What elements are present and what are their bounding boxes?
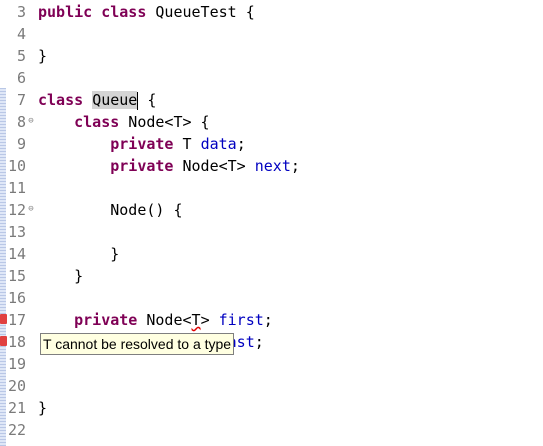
code-text[interactable]: Node() { xyxy=(38,199,183,221)
code-line[interactable]: 3 public class QueueTest { xyxy=(0,1,543,23)
code-line[interactable]: 11 xyxy=(0,177,543,199)
code-token: Node< xyxy=(137,311,192,329)
line-number: 18 xyxy=(7,333,26,351)
line-number: 8 xyxy=(16,113,26,131)
code-line[interactable]: 8 ⊖ class Node<T> { xyxy=(0,111,543,133)
code-token: ; xyxy=(290,157,300,175)
field-token: first xyxy=(218,311,264,329)
code-text[interactable]: class Node<T> { xyxy=(38,111,210,133)
code-line[interactable]: 10 private Node<T> next; xyxy=(0,155,543,177)
line-number: 4 xyxy=(16,25,26,43)
keyword-token: private xyxy=(74,311,138,329)
keyword-token: class xyxy=(74,113,120,131)
error-tooltip: T cannot be resolved to a type xyxy=(40,333,235,355)
code-token: > xyxy=(200,311,219,329)
code-text[interactable]: private Node<T> next; xyxy=(38,155,300,177)
line-number: 13 xyxy=(7,223,26,241)
code-token: ; xyxy=(254,333,264,351)
code-token: Queue xyxy=(92,91,138,109)
code-line[interactable]: 5} xyxy=(0,45,543,67)
code-line[interactable]: 22 xyxy=(0,419,543,441)
code-line[interactable]: 16 xyxy=(0,287,543,309)
field-token: next xyxy=(254,157,291,175)
line-number: 12 xyxy=(7,201,26,219)
line-number: 10 xyxy=(7,157,26,175)
keyword-token: public xyxy=(38,3,93,21)
line-number: 6 xyxy=(16,69,26,87)
keyword-token: class xyxy=(38,91,84,109)
code-token: ; xyxy=(236,135,246,153)
code-token: Node() { xyxy=(38,201,183,219)
code-editor[interactable]: 3 public class QueueTest { 4 5} 6 7 class Queu… xyxy=(0,0,543,446)
code-token: Node<T> { xyxy=(119,113,210,131)
code-token: T xyxy=(173,135,201,153)
field-token: data xyxy=(200,135,237,153)
code-line[interactable]: 19 xyxy=(0,353,543,375)
keyword-token: private xyxy=(110,157,174,175)
line-number: 3 xyxy=(16,3,26,21)
code-token: { xyxy=(138,91,157,109)
code-line[interactable]: 15 } xyxy=(0,265,543,287)
code-line[interactable]: 9 private T data; xyxy=(0,133,543,155)
code-line[interactable]: 17 private Node<T> first; xyxy=(0,309,543,331)
code-line[interactable]: 4 xyxy=(0,23,543,45)
line-number: 21 xyxy=(7,399,26,417)
code-text[interactable]: class Queue { xyxy=(38,89,156,111)
code-line[interactable]: 20 xyxy=(0,375,543,397)
code-text[interactable]: } xyxy=(38,265,83,287)
fold-collapse-icon[interactable]: ⊖ xyxy=(27,205,35,214)
code-token: } xyxy=(38,267,84,285)
code-line[interactable]: 6 xyxy=(0,67,543,89)
keyword-token: class xyxy=(101,3,147,21)
line-number: 7 xyxy=(16,91,26,109)
line-number: 20 xyxy=(7,377,26,395)
code-text[interactable]: } xyxy=(38,243,119,265)
code-text[interactable]: private Node<T> first; xyxy=(38,309,273,331)
code-text[interactable]: private T data; xyxy=(38,133,246,155)
code-text[interactable]: public class QueueTest { xyxy=(38,1,255,23)
line-number: 11 xyxy=(7,179,26,197)
code-token: T xyxy=(191,311,201,329)
code-text[interactable]: } xyxy=(38,45,47,67)
code-token: Node<T> xyxy=(173,157,255,175)
keyword-token: private xyxy=(110,135,174,153)
code-line[interactable]: 21} xyxy=(0,397,543,419)
line-number: 5 xyxy=(16,47,26,65)
line-number: 15 xyxy=(7,267,26,285)
line-number: 22 xyxy=(7,421,26,439)
code-text[interactable]: } xyxy=(38,397,47,419)
line-number: 16 xyxy=(7,289,26,307)
code-token: ; xyxy=(263,311,273,329)
code-token: } xyxy=(38,399,48,417)
code-line[interactable]: 14 } xyxy=(0,243,543,265)
fold-collapse-icon[interactable]: ⊖ xyxy=(27,117,35,126)
line-number: 14 xyxy=(7,245,26,263)
code-token: } xyxy=(38,47,48,65)
code-line[interactable]: 12 ⊖ Node() { xyxy=(0,199,543,221)
code-line[interactable]: 7 class Queue { xyxy=(0,89,543,111)
code-token: QueueTest { xyxy=(146,3,255,21)
line-number: 17 xyxy=(7,311,26,329)
line-number: 9 xyxy=(16,135,26,153)
line-number: 19 xyxy=(7,355,26,373)
code-token: } xyxy=(38,245,120,263)
code-line[interactable]: 13 xyxy=(0,221,543,243)
